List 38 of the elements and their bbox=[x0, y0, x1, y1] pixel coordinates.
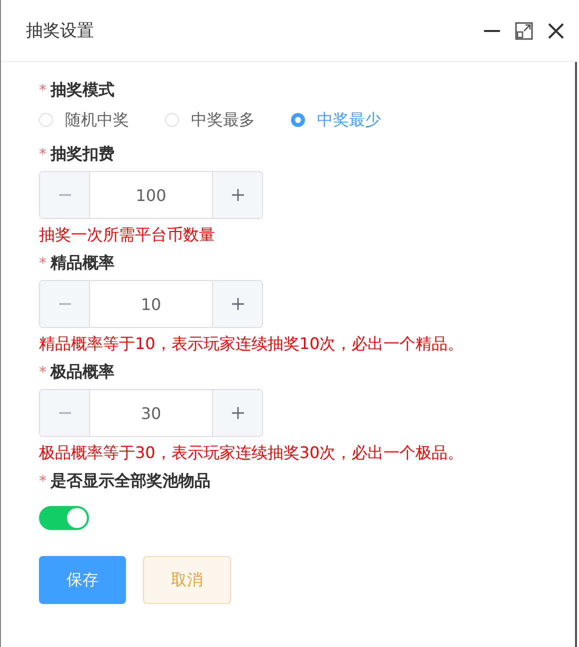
required-mark: * bbox=[39, 81, 46, 99]
required-mark: * bbox=[39, 145, 46, 163]
radio-button[interactable] bbox=[291, 113, 305, 127]
number-value: 30 bbox=[140, 402, 162, 424]
window-title: 抽奖设置 bbox=[26, 20, 94, 42]
radio-option[interactable]: 随机中奖 bbox=[39, 110, 129, 130]
decrement-button[interactable] bbox=[40, 281, 90, 327]
required-mark: * bbox=[39, 472, 46, 490]
maximize-icon[interactable] bbox=[515, 22, 533, 40]
plus-icon bbox=[230, 406, 244, 420]
increment-button[interactable] bbox=[212, 390, 262, 436]
field-hint: 抽奖一次所需平台币数量 bbox=[39, 224, 216, 246]
radio-label: 随机中奖 bbox=[65, 110, 129, 130]
number-value: 10 bbox=[140, 294, 162, 316]
number-value: 100 bbox=[134, 184, 168, 206]
field-label: 抽奖模式 bbox=[50, 80, 114, 100]
required-mark: * bbox=[39, 363, 46, 381]
field-hint: 极品概率等于30，表示玩家连续抽奖30次，必出一个极品。 bbox=[39, 442, 465, 464]
radio-label: 中奖最多 bbox=[191, 110, 255, 130]
increment-button[interactable] bbox=[212, 172, 262, 218]
field-label: 精品概率 bbox=[50, 252, 114, 274]
plus-icon bbox=[230, 297, 244, 311]
number-stepper[interactable]: 30 bbox=[39, 389, 263, 437]
required-mark: * bbox=[39, 254, 46, 272]
number-stepper[interactable]: 10 bbox=[39, 280, 263, 328]
field-label: 极品概率 bbox=[50, 362, 114, 382]
decrement-button[interactable] bbox=[40, 390, 90, 436]
increment-button[interactable] bbox=[212, 281, 262, 327]
radio-label: 中奖最少 bbox=[317, 110, 381, 130]
field-label: 是否显示全部奖池物品 bbox=[50, 470, 210, 492]
number-stepper[interactable]: 100 bbox=[39, 171, 263, 219]
field-label: 抽奖扣费 bbox=[50, 144, 114, 164]
field-hint: 精品概率等于10，表示玩家连续抽奖10次，必出一个精品。 bbox=[39, 333, 465, 355]
decrement-button[interactable] bbox=[40, 172, 90, 218]
radio-option[interactable]: 中奖最多 bbox=[165, 110, 255, 130]
plus-icon bbox=[230, 188, 244, 202]
close-icon[interactable] bbox=[547, 22, 565, 40]
toggle-switch[interactable] bbox=[39, 506, 89, 530]
